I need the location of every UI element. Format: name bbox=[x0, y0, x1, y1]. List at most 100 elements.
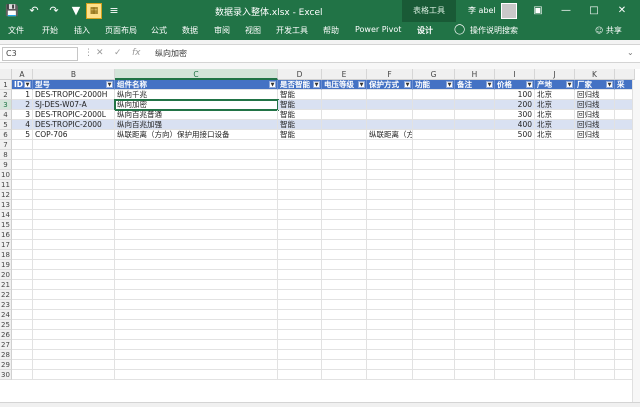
empty-cell[interactable] bbox=[322, 260, 367, 270]
empty-cell[interactable] bbox=[278, 220, 322, 230]
empty-cell[interactable] bbox=[367, 280, 413, 290]
empty-cell[interactable] bbox=[575, 320, 615, 330]
empty-cell[interactable] bbox=[535, 320, 575, 330]
more-options-icon[interactable]: ⋮ bbox=[84, 48, 93, 58]
row-header[interactable]: 3 bbox=[0, 100, 12, 110]
empty-cell[interactable] bbox=[367, 360, 413, 370]
empty-cell[interactable] bbox=[278, 250, 322, 260]
empty-cell[interactable] bbox=[575, 190, 615, 200]
empty-cell[interactable] bbox=[455, 320, 495, 330]
empty-cell[interactable] bbox=[33, 230, 115, 240]
tab-formulas[interactable]: 公式 bbox=[151, 25, 167, 36]
empty-cell[interactable] bbox=[278, 350, 322, 360]
empty-cell[interactable] bbox=[495, 360, 535, 370]
empty-cell[interactable] bbox=[495, 170, 535, 180]
empty-cell[interactable] bbox=[33, 320, 115, 330]
empty-cell[interactable] bbox=[322, 210, 367, 220]
empty-cell[interactable] bbox=[12, 160, 33, 170]
tab-file[interactable]: 文件 bbox=[8, 25, 24, 36]
row-header[interactable]: 2 bbox=[0, 90, 12, 100]
empty-cell[interactable] bbox=[535, 310, 575, 320]
empty-cell[interactable] bbox=[575, 310, 615, 320]
row-header[interactable]: 15 bbox=[0, 220, 12, 230]
column-header-more[interactable] bbox=[615, 69, 635, 80]
empty-cell[interactable] bbox=[115, 330, 278, 340]
empty-cell[interactable] bbox=[575, 200, 615, 210]
filter-dropdown-icon[interactable]: ▼ bbox=[269, 81, 276, 88]
table-cell[interactable]: SJ-DES-W07-A bbox=[33, 100, 115, 110]
row-header[interactable]: 13 bbox=[0, 200, 12, 210]
empty-cell[interactable] bbox=[367, 270, 413, 280]
empty-cell[interactable] bbox=[33, 280, 115, 290]
tab-view[interactable]: 视图 bbox=[245, 25, 261, 36]
empty-cell[interactable] bbox=[575, 370, 615, 380]
empty-cell[interactable] bbox=[12, 260, 33, 270]
filter-dropdown-icon[interactable]: ▼ bbox=[404, 81, 411, 88]
empty-cell[interactable] bbox=[413, 320, 455, 330]
empty-cell[interactable] bbox=[367, 240, 413, 250]
empty-cell[interactable] bbox=[367, 260, 413, 270]
empty-cell[interactable] bbox=[278, 200, 322, 210]
empty-cell[interactable] bbox=[322, 340, 367, 350]
empty-cell[interactable] bbox=[278, 260, 322, 270]
empty-cell[interactable] bbox=[495, 370, 535, 380]
empty-cell[interactable] bbox=[115, 300, 278, 310]
row-header[interactable]: 27 bbox=[0, 340, 12, 350]
table-header-cell[interactable]: 价格 ▼ bbox=[495, 80, 535, 90]
empty-cell[interactable] bbox=[535, 180, 575, 190]
empty-cell[interactable] bbox=[33, 330, 115, 340]
empty-cell[interactable] bbox=[367, 320, 413, 330]
column-header-i[interactable]: I bbox=[495, 69, 535, 80]
empty-cell[interactable] bbox=[367, 330, 413, 340]
empty-cell[interactable] bbox=[322, 140, 367, 150]
empty-cell[interactable] bbox=[495, 200, 535, 210]
table-header-cell[interactable]: ID ▼ bbox=[12, 80, 33, 90]
empty-cell[interactable] bbox=[413, 200, 455, 210]
table-header-cell[interactable]: 组件名称 ▼ bbox=[115, 80, 278, 90]
empty-cell[interactable] bbox=[455, 330, 495, 340]
empty-cell[interactable] bbox=[322, 270, 367, 280]
column-header-b[interactable]: B bbox=[33, 69, 115, 80]
empty-cell[interactable] bbox=[575, 240, 615, 250]
empty-cell[interactable] bbox=[33, 220, 115, 230]
tab-design[interactable]: 设计 bbox=[417, 25, 433, 36]
empty-cell[interactable] bbox=[575, 360, 615, 370]
empty-cell[interactable] bbox=[495, 140, 535, 150]
row-header[interactable]: 21 bbox=[0, 280, 12, 290]
empty-cell[interactable] bbox=[535, 230, 575, 240]
redo-icon[interactable]: ↷ bbox=[46, 3, 62, 19]
empty-cell[interactable] bbox=[413, 350, 455, 360]
select-all-corner[interactable] bbox=[0, 69, 12, 80]
empty-cell[interactable] bbox=[455, 160, 495, 170]
empty-cell[interactable] bbox=[278, 190, 322, 200]
empty-cell[interactable] bbox=[367, 340, 413, 350]
restore-icon[interactable]: □ bbox=[584, 3, 604, 19]
row-header[interactable]: 7 bbox=[0, 140, 12, 150]
empty-cell[interactable] bbox=[322, 310, 367, 320]
table-cell[interactable]: 1 bbox=[12, 90, 33, 100]
empty-cell[interactable] bbox=[322, 330, 367, 340]
empty-cell[interactable] bbox=[535, 200, 575, 210]
empty-cell[interactable] bbox=[12, 220, 33, 230]
empty-cell[interactable] bbox=[278, 210, 322, 220]
empty-cell[interactable] bbox=[12, 270, 33, 280]
empty-cell[interactable] bbox=[115, 190, 278, 200]
empty-cell[interactable] bbox=[33, 360, 115, 370]
empty-cell[interactable] bbox=[455, 180, 495, 190]
empty-cell[interactable] bbox=[535, 360, 575, 370]
empty-cell[interactable] bbox=[495, 270, 535, 280]
formula-input[interactable]: 纵向加密 bbox=[152, 47, 630, 61]
empty-cell[interactable] bbox=[495, 330, 535, 340]
empty-cell[interactable] bbox=[535, 370, 575, 380]
table-cell[interactable]: 纵向加密 bbox=[114, 99, 279, 111]
empty-cell[interactable] bbox=[495, 320, 535, 330]
empty-cell[interactable] bbox=[455, 210, 495, 220]
empty-cell[interactable] bbox=[12, 250, 33, 260]
row-header[interactable]: 11 bbox=[0, 180, 12, 190]
name-box[interactable]: C3 bbox=[2, 47, 78, 61]
empty-cell[interactable] bbox=[495, 280, 535, 290]
row-header[interactable]: 26 bbox=[0, 330, 12, 340]
table-header-cell[interactable]: 功能 ▼ bbox=[413, 80, 455, 90]
empty-cell[interactable] bbox=[455, 350, 495, 360]
empty-cell[interactable] bbox=[33, 210, 115, 220]
